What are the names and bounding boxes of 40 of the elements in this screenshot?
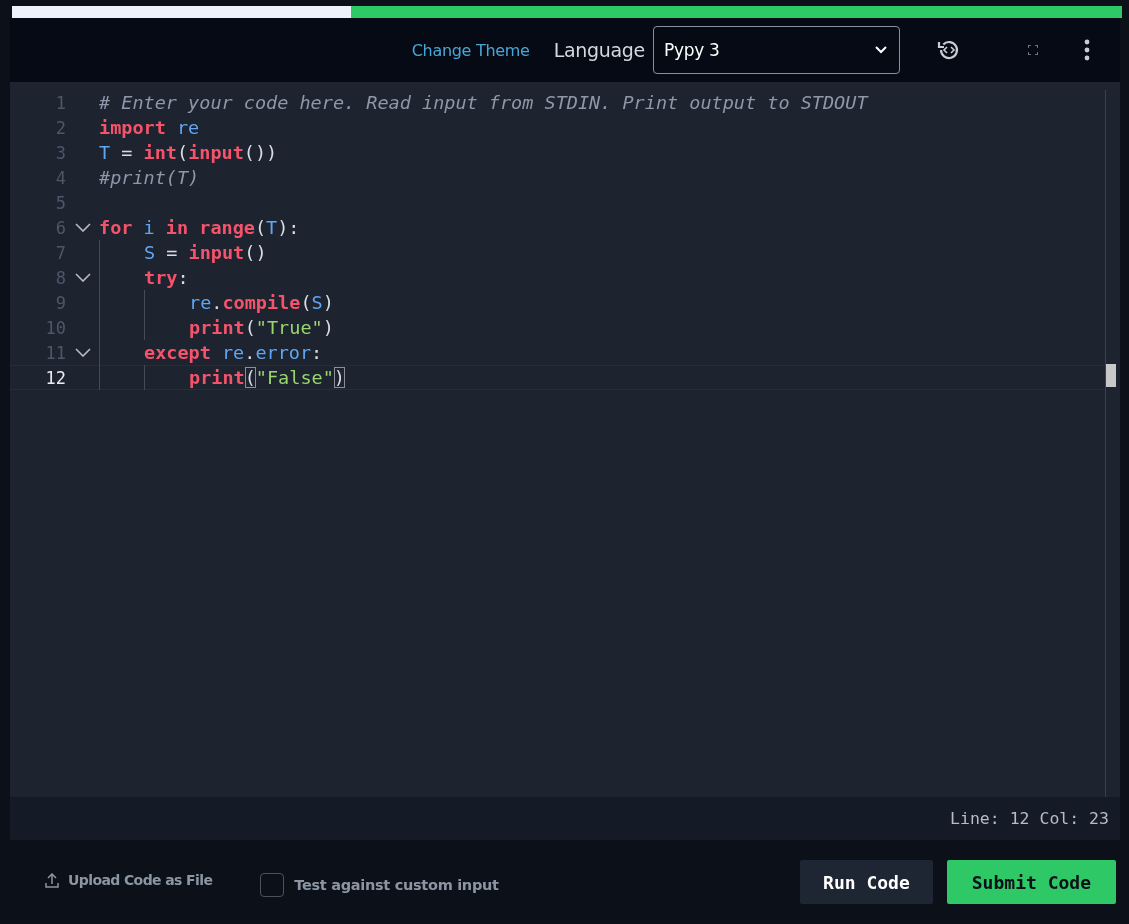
fullscreen-icon[interactable] (1028, 45, 1038, 55)
line-number: 9 (54, 292, 66, 313)
code-line: except re.error: (144, 342, 323, 363)
upload-code-button[interactable]: Upload Code as File (45, 872, 213, 888)
custom-input-label[interactable]: Test against custom input (294, 877, 499, 893)
line-number: 2 (54, 117, 66, 138)
line-number: 8 (54, 267, 66, 288)
language-label: Language (553, 39, 645, 61)
code-line: try: (144, 267, 189, 288)
language-dropdown[interactable]: Pypy 3 (653, 26, 900, 74)
code-line: re.compile(S) (189, 292, 334, 313)
line-number: 10 (44, 317, 66, 338)
code-line: T = int(input()) (99, 142, 278, 163)
upload-icon (45, 872, 59, 888)
code-line: S = input() (144, 242, 267, 263)
line-number: 1 (54, 92, 66, 113)
code-line: #print(T) (99, 167, 200, 188)
line-number: 5 (54, 192, 66, 213)
scrollbar-thumb[interactable] (1106, 364, 1116, 387)
code-line: for i in range(T): (99, 217, 300, 238)
code-line: print("True") (189, 317, 334, 338)
code-line: # Enter your code here. Read input from STDIN. Print output to STDOUT (99, 92, 868, 113)
line-number: 7 (54, 242, 66, 263)
change-theme-link[interactable]: Change Theme (411, 40, 530, 60)
more-options-icon[interactable] (1084, 39, 1090, 61)
fold-chevron-icon[interactable] (74, 348, 91, 357)
run-code-button[interactable]: Run Code (800, 860, 933, 904)
line-number: 12 (44, 367, 66, 388)
line-number: 4 (54, 167, 66, 188)
line-number: 3 (54, 142, 66, 163)
code-line: import re (99, 117, 200, 138)
code-line: print("False") (189, 367, 345, 388)
fold-chevron-icon[interactable] (74, 223, 91, 232)
chevron-down-icon (875, 46, 887, 54)
line-number: 6 (54, 217, 66, 238)
cursor-position: Line: 12 Col: 23 (950, 809, 1109, 828)
submit-code-button[interactable]: Submit Code (946, 860, 1116, 904)
custom-input-checkbox[interactable] (260, 873, 285, 897)
fold-chevron-icon[interactable] (74, 273, 91, 282)
line-number: 11 (44, 342, 66, 363)
